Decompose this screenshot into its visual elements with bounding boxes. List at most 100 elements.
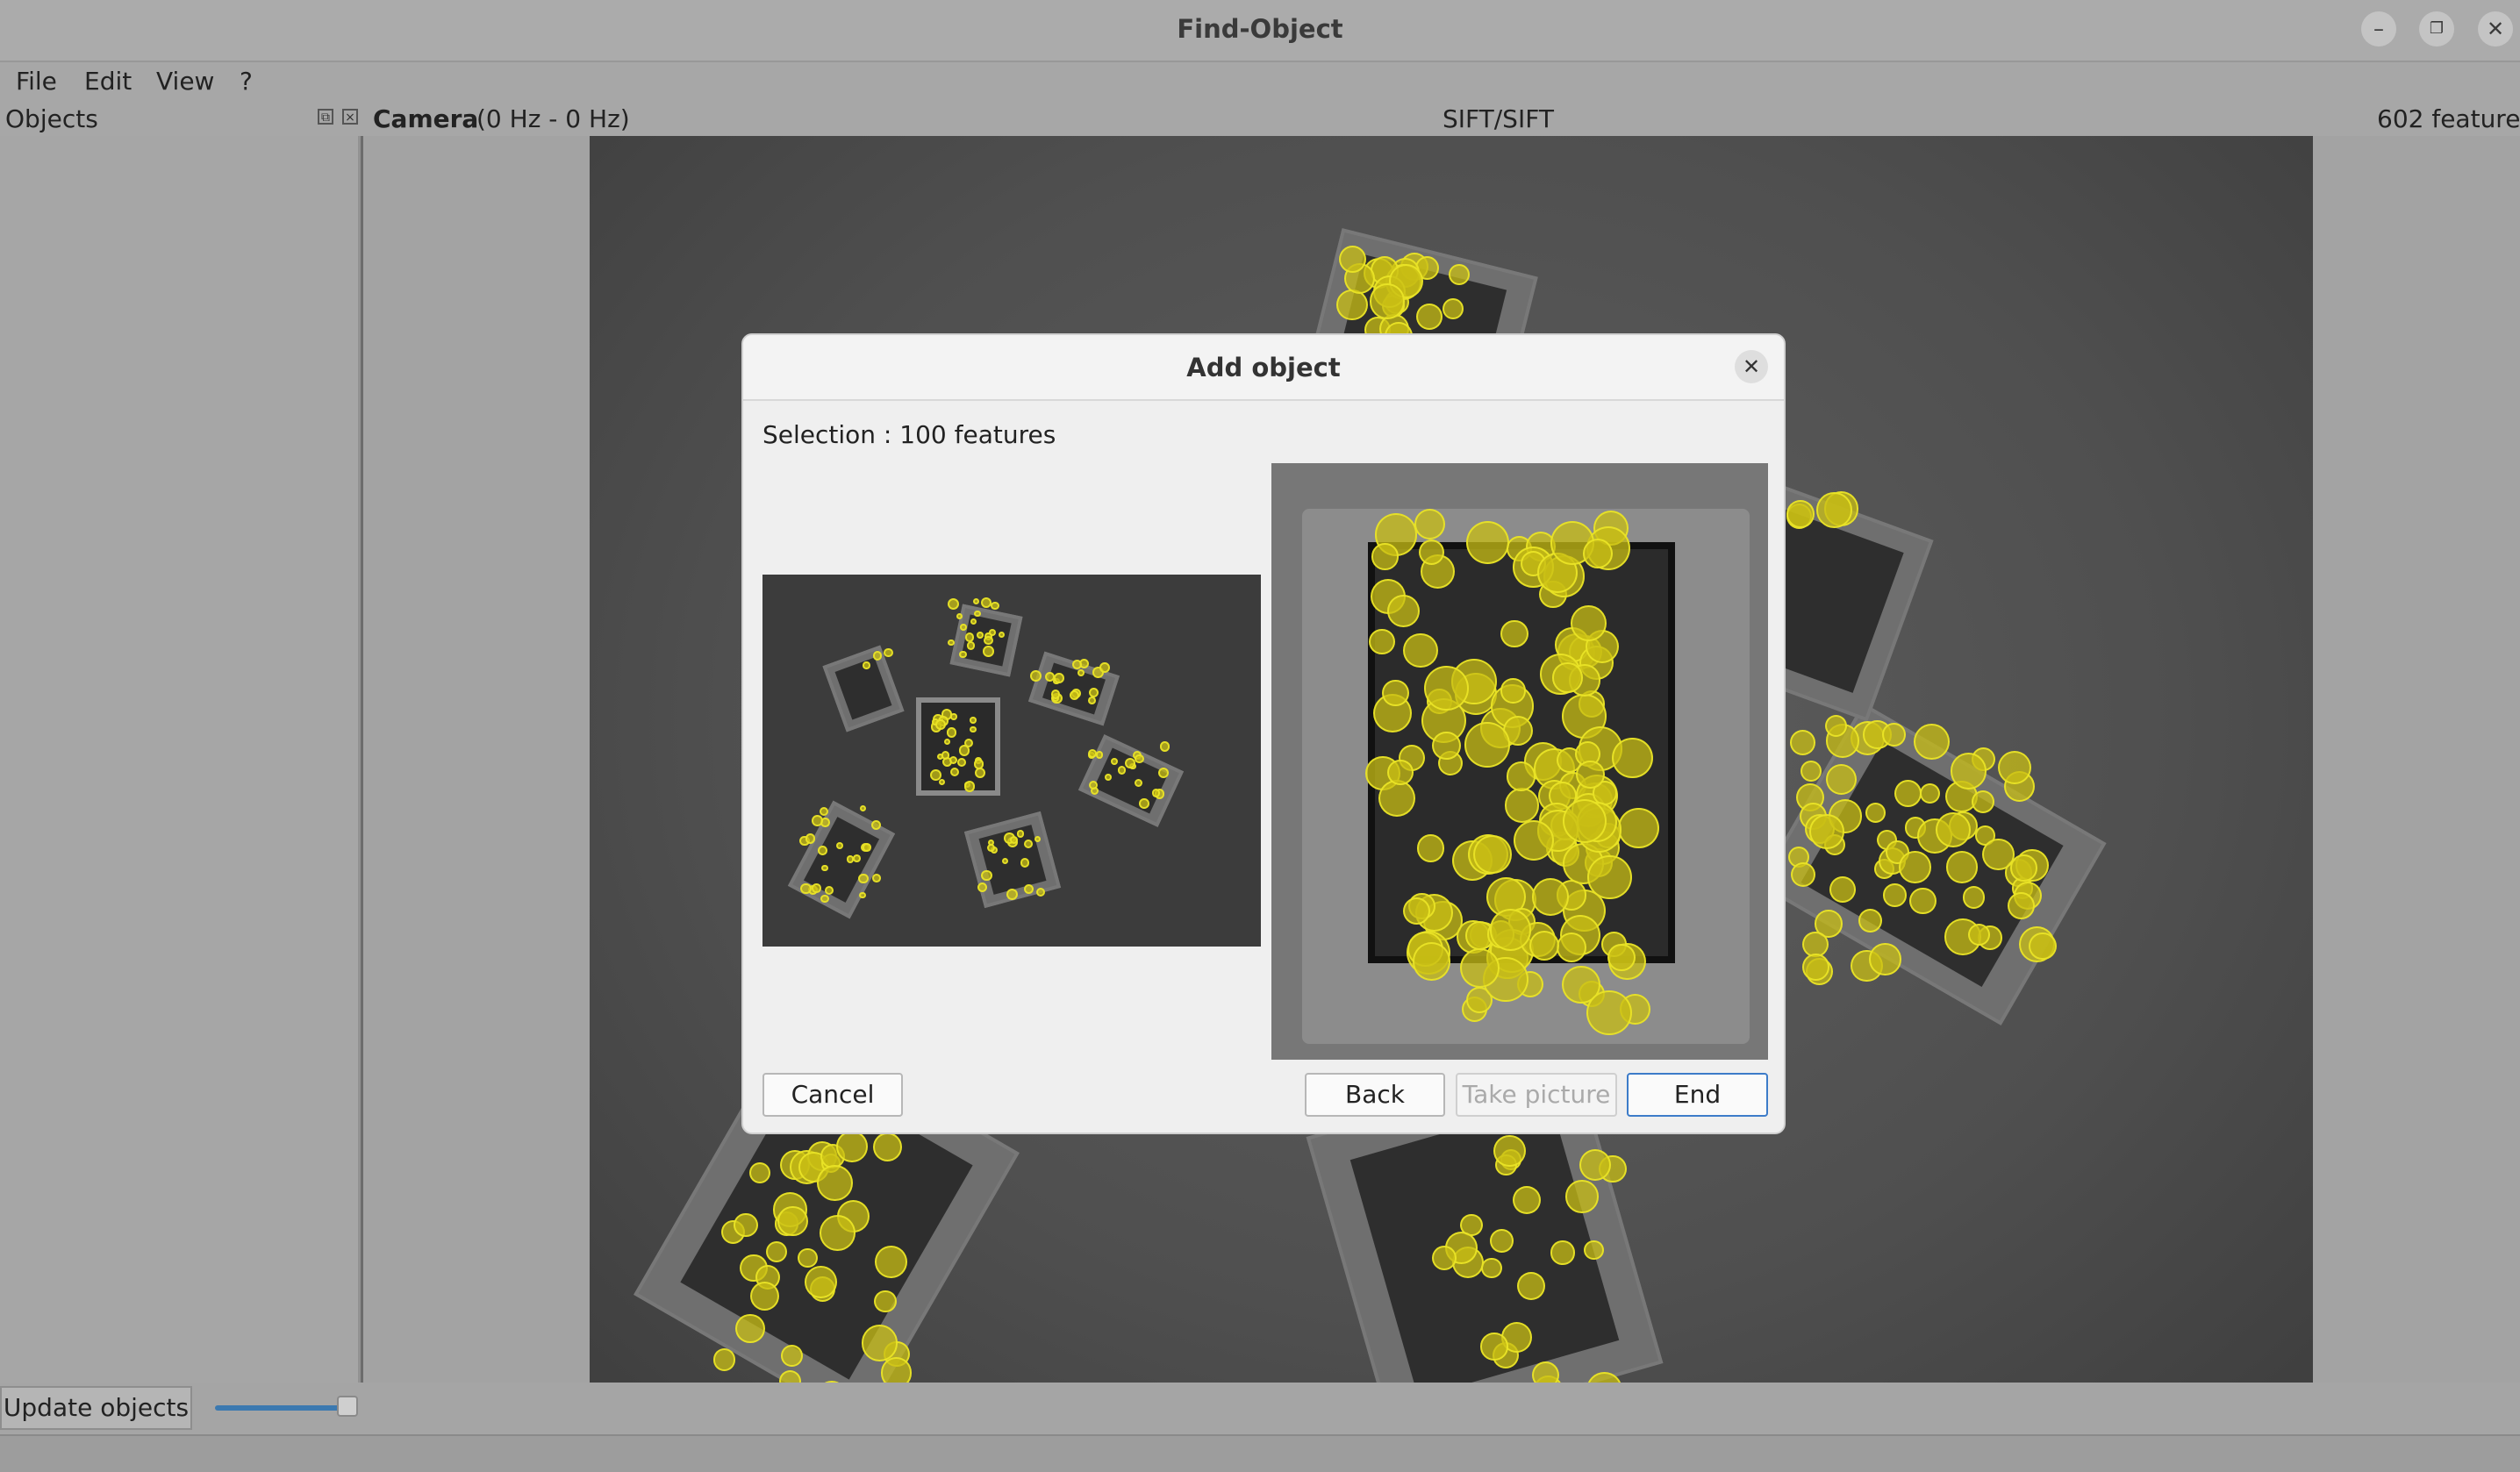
feature-keypoint xyxy=(819,1215,856,1251)
feature-keypoint xyxy=(970,717,977,724)
feature-keypoint xyxy=(853,854,862,862)
feature-keypoint xyxy=(781,1344,803,1367)
feature-keypoint xyxy=(1565,1180,1599,1213)
add-object-dialog: Add object ✕ Selection : 100 features Ca… xyxy=(741,333,1786,1134)
restore-icon[interactable]: ❐ xyxy=(2419,11,2454,46)
feature-keypoint xyxy=(1460,948,1500,988)
update-objects-button[interactable]: Update objects xyxy=(0,1386,192,1430)
feature-keypoint xyxy=(1464,722,1511,768)
feature-keypoint xyxy=(1386,595,1420,628)
feature-keypoint xyxy=(950,713,957,720)
feature-keypoint xyxy=(983,646,994,657)
feature-keypoint xyxy=(1134,754,1144,764)
selection-rectangle xyxy=(916,697,1000,796)
feature-keypoint xyxy=(977,882,987,892)
cancel-button[interactable]: Cancel xyxy=(762,1073,903,1117)
feature-keypoint xyxy=(734,1212,758,1237)
feature-keypoint xyxy=(1882,722,1906,747)
feature-keypoint xyxy=(1571,604,1607,641)
feature-keypoint xyxy=(1490,1228,1514,1253)
feature-keypoint xyxy=(766,1240,788,1262)
feature-keypoint xyxy=(1816,492,1852,529)
feature-keypoint xyxy=(1160,741,1171,752)
feature-keypoint xyxy=(1858,909,1882,933)
feature-keypoint xyxy=(947,639,955,647)
feature-keypoint xyxy=(941,751,950,760)
slider-handle[interactable] xyxy=(337,1396,358,1417)
feature-keypoint xyxy=(984,636,993,646)
feature-keypoint xyxy=(1513,820,1554,861)
back-button[interactable]: Back xyxy=(1305,1073,1445,1117)
feature-keypoint xyxy=(874,1245,907,1278)
feature-keypoint xyxy=(2029,933,2057,961)
close-window-icon[interactable]: ✕ xyxy=(2478,11,2513,46)
menu-bar: File Edit View ? xyxy=(0,62,2520,99)
feature-keypoint xyxy=(1414,508,1446,539)
slider-track[interactable] xyxy=(215,1405,355,1411)
feature-keypoint xyxy=(957,757,967,767)
feature-keypoint xyxy=(872,1132,903,1162)
feature-keypoint xyxy=(1789,729,1815,755)
end-button[interactable]: End xyxy=(1627,1073,1768,1117)
feature-keypoint xyxy=(1997,750,2031,785)
detector-label: SIFT/SIFT xyxy=(1443,104,1554,133)
feature-keypoint xyxy=(1607,943,1636,972)
feature-keypoint xyxy=(963,781,976,792)
feature-keypoint xyxy=(1963,886,1986,909)
feature-keypoint xyxy=(2010,854,2037,882)
feature-keypoint xyxy=(1369,283,1406,319)
selection-label: Selection : 100 features xyxy=(762,420,1056,449)
features-count: 602 features xyxy=(2377,104,2520,133)
feature-keypoint xyxy=(1500,619,1528,648)
feature-keypoint xyxy=(1424,666,1469,711)
feature-keypoint xyxy=(959,650,967,659)
camera-label: Camera xyxy=(373,104,479,133)
feature-keypoint xyxy=(1412,942,1451,981)
feature-keypoint xyxy=(1104,773,1112,781)
feature-keypoint xyxy=(1448,264,1470,286)
feature-keypoint xyxy=(1432,1246,1457,1270)
take-picture-button[interactable]: Take picture xyxy=(1456,1073,1617,1117)
feature-keypoint xyxy=(960,623,967,631)
feature-keypoint xyxy=(1517,1271,1546,1300)
feature-keypoint xyxy=(1945,851,1979,883)
close-icon[interactable]: ✕ xyxy=(1735,350,1768,383)
feature-keypoint xyxy=(981,869,992,882)
feature-keypoint xyxy=(1009,835,1018,844)
feature-keypoint xyxy=(1951,753,1987,790)
feature-keypoint xyxy=(861,1325,898,1361)
float-panel-icon[interactable]: ⧉ xyxy=(318,109,333,125)
thumb-card xyxy=(822,645,905,732)
feature-keypoint xyxy=(1432,731,1461,761)
feature-keypoint xyxy=(973,759,984,769)
objects-list[interactable] xyxy=(0,136,361,1383)
feature-keypoint xyxy=(836,1131,868,1162)
bottom-bar xyxy=(0,1383,2520,1434)
feature-keypoint xyxy=(1016,830,1025,838)
feature-keypoint xyxy=(1050,690,1060,699)
object-image xyxy=(1271,463,1768,1060)
feature-keypoint xyxy=(1550,1240,1575,1265)
feature-keypoint xyxy=(946,727,957,738)
feature-keypoint xyxy=(1371,543,1399,570)
minimize-icon[interactable]: – xyxy=(2361,11,2396,46)
feature-keypoint xyxy=(1500,678,1526,704)
menu-view[interactable]: View xyxy=(156,67,214,96)
feature-keypoint xyxy=(1020,858,1030,868)
feature-keypoint xyxy=(859,891,866,899)
menu-help[interactable]: ? xyxy=(240,67,253,96)
feature-keypoint xyxy=(846,854,855,863)
close-panel-icon[interactable]: × xyxy=(342,109,358,125)
feature-keypoint xyxy=(1489,909,1532,951)
feature-keypoint xyxy=(1111,757,1119,765)
feature-keypoint xyxy=(805,1266,838,1298)
menu-edit[interactable]: Edit xyxy=(84,67,132,96)
feature-keypoint xyxy=(1919,783,1940,804)
menu-file[interactable]: File xyxy=(16,67,57,96)
feature-keypoint xyxy=(1790,862,1815,888)
feature-keypoint xyxy=(1416,834,1445,862)
feature-keypoint xyxy=(974,768,985,779)
feature-keypoint xyxy=(1586,990,1632,1036)
feature-keypoint xyxy=(2007,892,2035,920)
feature-keypoint xyxy=(1095,751,1104,759)
